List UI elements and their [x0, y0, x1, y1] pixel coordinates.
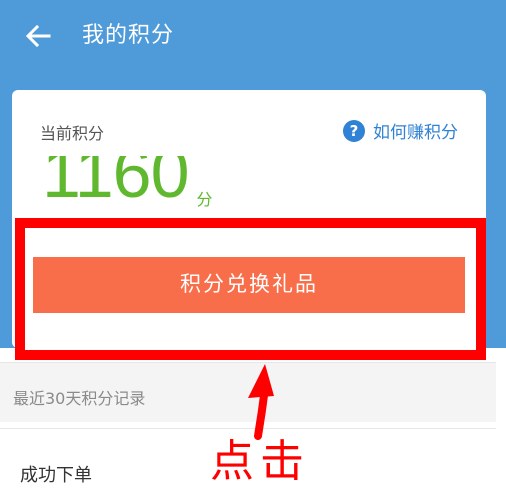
points-value: 1160: [42, 156, 190, 212]
current-points-label: 当前积分: [40, 124, 105, 143]
points-display: 1160 分: [42, 156, 213, 218]
redeem-gifts-button[interactable]: 积分兑换礼品: [33, 257, 465, 313]
page-title: 我的积分: [82, 23, 175, 48]
question-circle-icon: ?: [343, 119, 365, 142]
arrow-left-icon[interactable]: [22, 20, 54, 52]
history-section-header: 最近30天积分记录: [0, 362, 496, 422]
list-item-label: 成功下单: [20, 465, 92, 486]
how-to-earn-label: 如何赚积分: [373, 123, 458, 143]
history-section-title: 最近30天积分记录: [13, 389, 146, 408]
how-to-earn-link[interactable]: ? 如何赚积分: [343, 118, 458, 143]
annotation-click-text: 点击: [210, 436, 310, 487]
points-unit: 分: [196, 190, 213, 209]
